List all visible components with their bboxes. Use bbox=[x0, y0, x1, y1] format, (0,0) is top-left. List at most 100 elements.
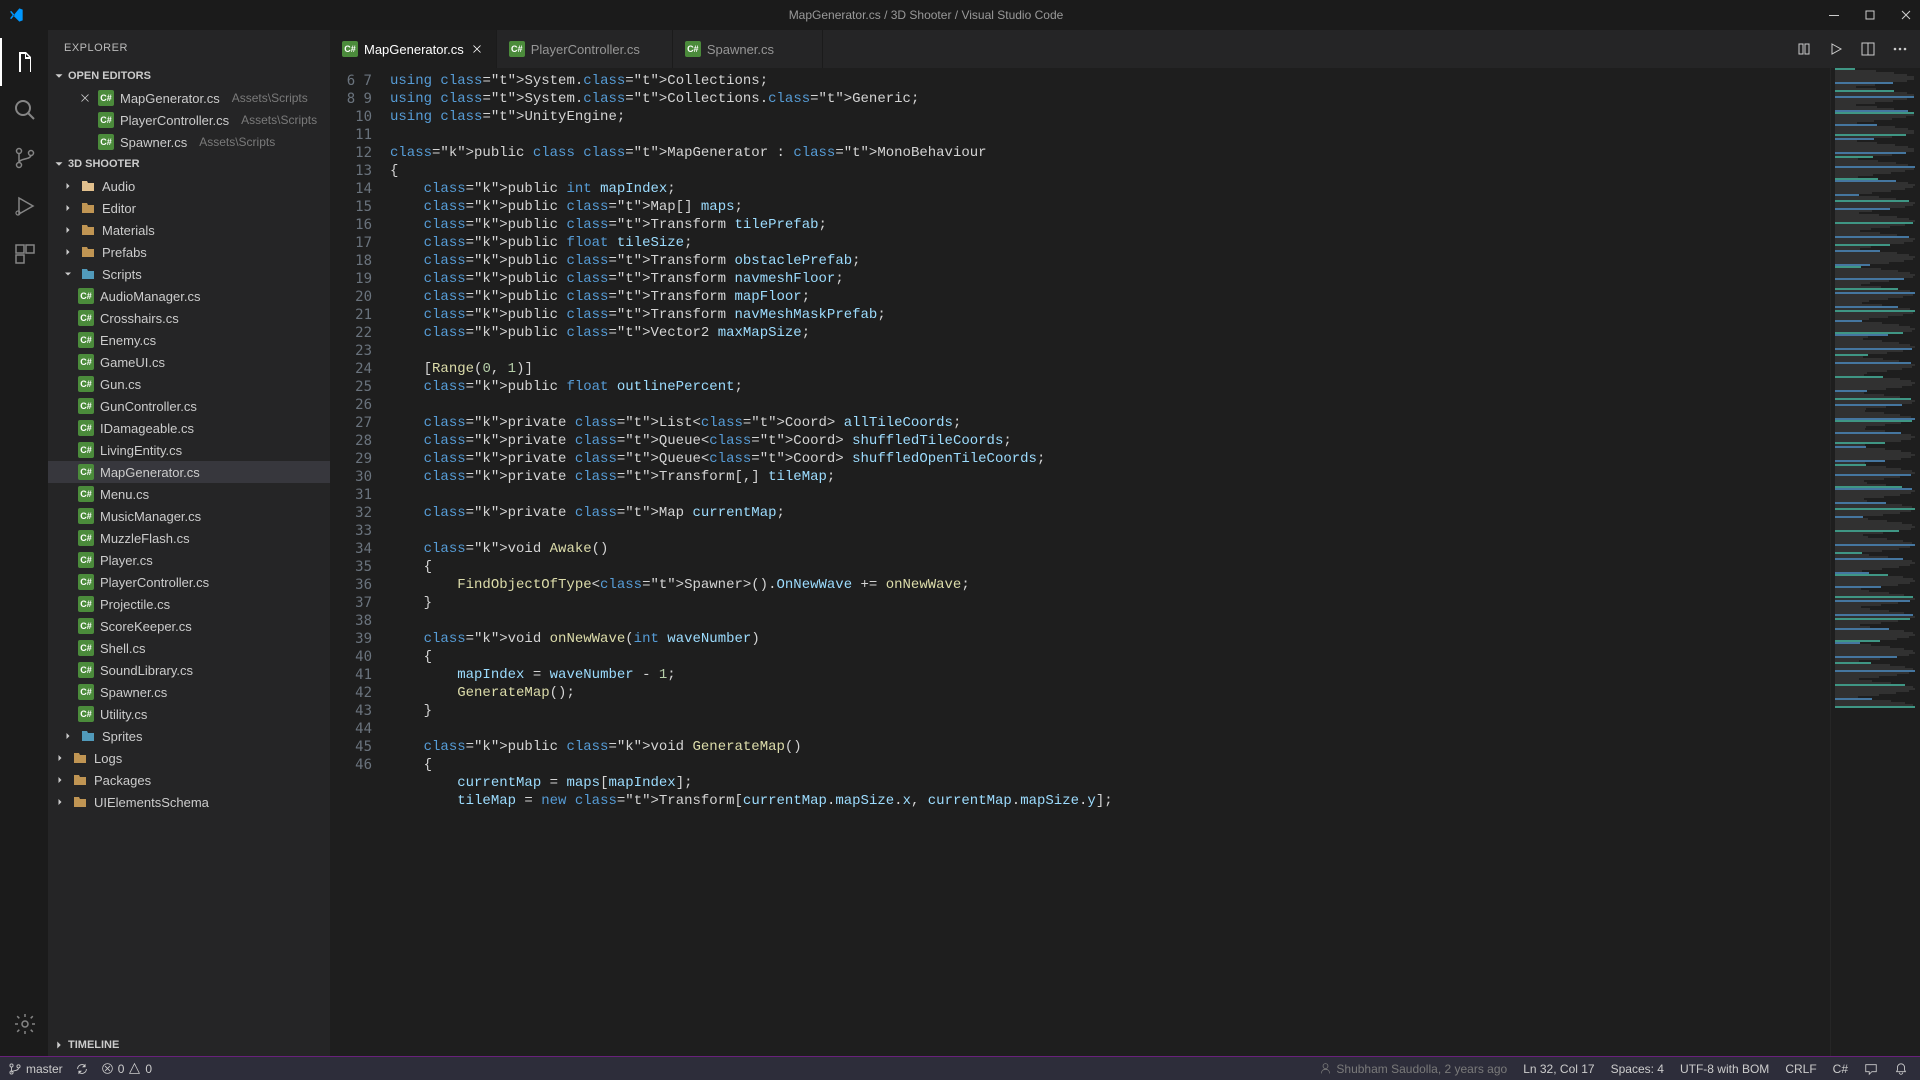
sidebar-title: EXPLORER bbox=[48, 30, 330, 65]
open-editors-header[interactable]: OPEN EDITORS bbox=[48, 65, 330, 87]
tree-file[interactable]: C#LivingEntity.cs bbox=[48, 439, 330, 461]
code-content[interactable]: using class="t">System.class="t">Collect… bbox=[390, 68, 1830, 1056]
folder-icon bbox=[80, 728, 96, 744]
tree-file[interactable]: C#Shell.cs bbox=[48, 637, 330, 659]
editor-tab[interactable]: C#PlayerController.cs bbox=[497, 30, 673, 68]
folder-icon bbox=[80, 244, 96, 260]
file-tree: AudioEditorMaterialsPrefabsScriptsC#Audi… bbox=[48, 175, 330, 1034]
tree-folder[interactable]: UIElementsSchema bbox=[48, 791, 330, 813]
more-icon[interactable] bbox=[1892, 41, 1908, 57]
tree-file[interactable]: C#Crosshairs.cs bbox=[48, 307, 330, 329]
status-lang[interactable]: C# bbox=[1833, 1062, 1848, 1076]
status-problems[interactable]: 0 0 bbox=[101, 1062, 152, 1076]
sidebar: EXPLORER OPEN EDITORS C#MapGenerator.csA… bbox=[48, 30, 330, 1056]
tree-file[interactable]: C#Spawner.cs bbox=[48, 681, 330, 703]
csharp-icon: C# bbox=[78, 420, 94, 436]
activity-search[interactable] bbox=[0, 86, 48, 134]
tree-file[interactable]: C#PlayerController.cs bbox=[48, 571, 330, 593]
status-eol[interactable]: CRLF bbox=[1785, 1062, 1816, 1076]
tree-folder[interactable]: Packages bbox=[48, 769, 330, 791]
chevron-right-icon bbox=[62, 202, 74, 214]
code-area[interactable]: 6 7 8 9 10 11 12 13 14 15 16 17 18 19 20… bbox=[330, 68, 1920, 1056]
close-icon[interactable] bbox=[1900, 9, 1912, 21]
folder-icon bbox=[72, 794, 88, 810]
tree-folder[interactable]: Logs bbox=[48, 747, 330, 769]
csharp-icon: C# bbox=[78, 530, 94, 546]
tree-file[interactable]: C#SoundLibrary.cs bbox=[48, 659, 330, 681]
open-editors-list: C#MapGenerator.csAssets\ScriptsC#PlayerC… bbox=[48, 87, 330, 153]
tree-file[interactable]: C#Utility.cs bbox=[48, 703, 330, 725]
csharp-icon: C# bbox=[78, 376, 94, 392]
tree-file[interactable]: C#Player.cs bbox=[48, 549, 330, 571]
git-blame[interactable]: Shubham Saudolla, 2 years ago bbox=[1319, 1062, 1507, 1076]
tree-folder[interactable]: Sprites bbox=[48, 725, 330, 747]
activity-scm[interactable] bbox=[0, 134, 48, 182]
run-icon[interactable] bbox=[1828, 41, 1844, 57]
folder-icon bbox=[72, 772, 88, 788]
open-editor-item[interactable]: C#PlayerController.csAssets\Scripts bbox=[48, 109, 330, 131]
csharp-icon: C# bbox=[78, 684, 94, 700]
window-title: MapGenerator.cs / 3D Shooter / Visual St… bbox=[789, 8, 1064, 22]
activity-settings[interactable] bbox=[0, 1000, 48, 1048]
tree-folder[interactable]: Audio bbox=[48, 175, 330, 197]
minimap[interactable] bbox=[1830, 68, 1920, 1056]
tree-file[interactable]: C#GameUI.cs bbox=[48, 351, 330, 373]
tree-folder[interactable]: Materials bbox=[48, 219, 330, 241]
editor-group: C#MapGenerator.csC#PlayerController.csC#… bbox=[330, 30, 1920, 1056]
minimize-icon[interactable] bbox=[1828, 9, 1840, 21]
editor-tab[interactable]: C#MapGenerator.cs bbox=[330, 30, 497, 68]
bell-icon[interactable] bbox=[1894, 1062, 1908, 1076]
tree-folder[interactable]: Prefabs bbox=[48, 241, 330, 263]
tree-file[interactable]: C#MuzzleFlash.cs bbox=[48, 527, 330, 549]
activity-extensions[interactable] bbox=[0, 230, 48, 278]
gear-icon bbox=[13, 1012, 37, 1036]
chevron-right-icon bbox=[62, 180, 74, 192]
folder-icon bbox=[72, 750, 88, 766]
status-sync[interactable] bbox=[75, 1062, 89, 1076]
tree-file[interactable]: C#Projectile.cs bbox=[48, 593, 330, 615]
tree-file[interactable]: C#Enemy.cs bbox=[48, 329, 330, 351]
tree-file[interactable]: C#IDamageable.cs bbox=[48, 417, 330, 439]
csharp-icon: C# bbox=[78, 574, 94, 590]
csharp-icon: C# bbox=[78, 662, 94, 678]
branch-icon bbox=[8, 1062, 22, 1076]
files-icon bbox=[13, 50, 37, 74]
close-icon[interactable] bbox=[470, 42, 484, 56]
tree-file[interactable]: C#MapGenerator.cs bbox=[48, 461, 330, 483]
sync-icon bbox=[75, 1062, 89, 1076]
tabs-bar: C#MapGenerator.csC#PlayerController.csC#… bbox=[330, 30, 1920, 68]
feedback-icon[interactable] bbox=[1864, 1062, 1878, 1076]
debug-icon bbox=[13, 194, 37, 218]
csharp-icon: C# bbox=[78, 442, 94, 458]
csharp-icon: C# bbox=[685, 41, 701, 57]
open-editor-item[interactable]: C#Spawner.csAssets\Scripts bbox=[48, 131, 330, 153]
warning-icon bbox=[128, 1062, 141, 1075]
close-icon[interactable] bbox=[78, 91, 92, 105]
tree-file[interactable]: C#GunController.cs bbox=[48, 395, 330, 417]
split-icon[interactable] bbox=[1860, 41, 1876, 57]
tree-folder[interactable]: Editor bbox=[48, 197, 330, 219]
csharp-icon: C# bbox=[78, 596, 94, 612]
timeline-header[interactable]: TIMELINE bbox=[48, 1034, 330, 1056]
maximize-icon[interactable] bbox=[1864, 9, 1876, 21]
activity-debug[interactable] bbox=[0, 182, 48, 230]
status-branch[interactable]: master bbox=[8, 1062, 63, 1076]
chevron-right-icon bbox=[62, 730, 74, 742]
tree-file[interactable]: C#MusicManager.cs bbox=[48, 505, 330, 527]
tree-file[interactable]: C#ScoreKeeper.cs bbox=[48, 615, 330, 637]
status-cursor[interactable]: Ln 32, Col 17 bbox=[1523, 1062, 1594, 1076]
branch-icon bbox=[13, 146, 37, 170]
project-header[interactable]: 3D SHOOTER bbox=[48, 153, 330, 175]
tree-folder[interactable]: Scripts bbox=[48, 263, 330, 285]
folder-icon bbox=[80, 200, 96, 216]
open-editor-item[interactable]: C#MapGenerator.csAssets\Scripts bbox=[48, 87, 330, 109]
tree-file[interactable]: C#AudioManager.cs bbox=[48, 285, 330, 307]
compare-icon[interactable] bbox=[1796, 41, 1812, 57]
tree-file[interactable]: C#Gun.cs bbox=[48, 373, 330, 395]
tree-file[interactable]: C#Menu.cs bbox=[48, 483, 330, 505]
editor-tab[interactable]: C#Spawner.cs bbox=[673, 30, 823, 68]
status-encoding[interactable]: UTF-8 with BOM bbox=[1680, 1062, 1769, 1076]
activity-explorer[interactable] bbox=[0, 38, 48, 86]
csharp-icon: C# bbox=[342, 41, 358, 57]
status-spaces[interactable]: Spaces: 4 bbox=[1611, 1062, 1664, 1076]
